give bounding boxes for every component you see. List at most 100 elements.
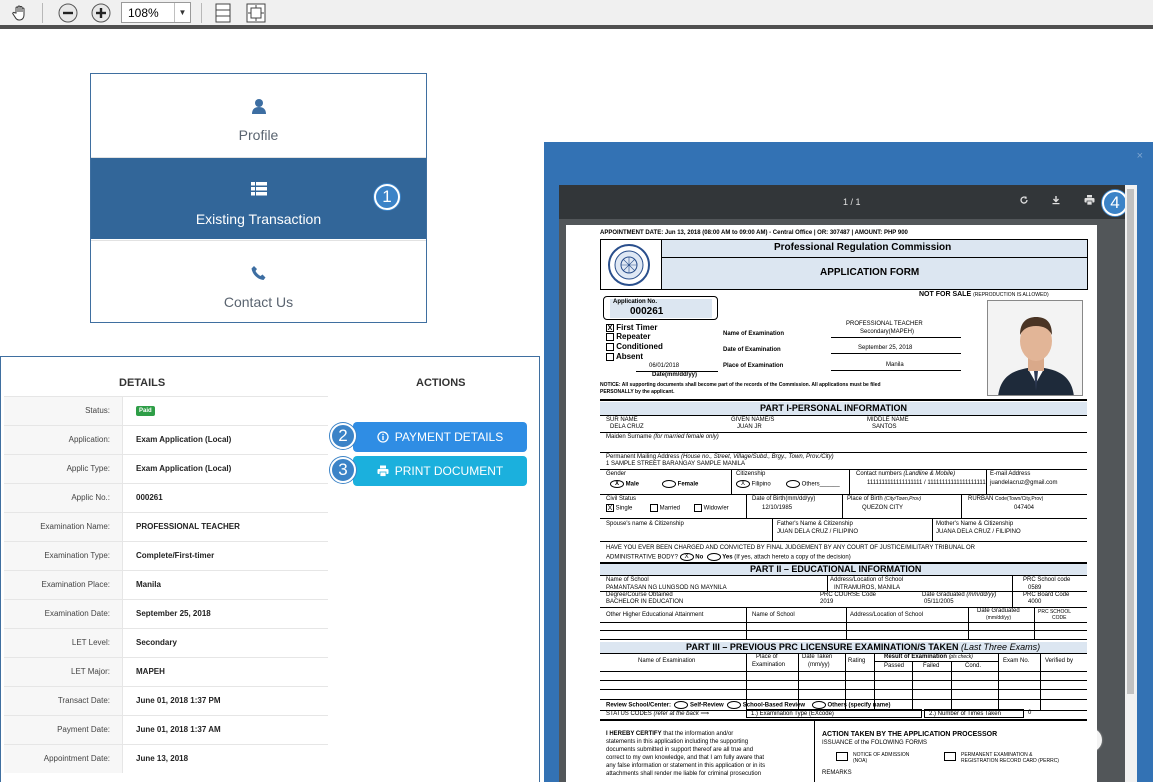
detail-row: Applic Type: Exam Application (Local) [4,454,328,483]
dob-label: Date of Birth(mm/dd/yy) [752,496,816,502]
exam-place-label: Place of Examination [723,363,784,369]
mother-value: JUANA DELA CRUZ / FILIPINO [936,529,1021,535]
appointment-line: APPOINTMENT DATE: Jun 13, 2018 (08:00 AM… [600,230,908,236]
maiden-label: Maiden Surname (for married female only) [606,434,719,440]
info-icon [377,431,389,443]
col-place-2: Examination [752,662,786,668]
chevron-down-icon[interactable]: ▼ [174,3,190,22]
download-icon[interactable] [1051,195,1061,207]
transaction-details-panel: DETAILS ACTIONS Status: Paid Application… [0,356,540,782]
certify-line-6: attachments shall render me liable for c… [606,771,762,777]
school-address-label: Address/Location of School [830,577,904,583]
civil-married: Married [650,504,680,512]
citizenship-others: Others______ [786,480,840,488]
detail-row: LET Major: MAPEH [4,657,328,686]
nav-label-existing-transaction: Existing Transaction [195,211,322,227]
application-form-page: APPOINTMENT DATE: Jun 13, 2018 (08:00 AM… [566,225,1097,782]
print-document-button[interactable]: PRINT DOCUMENT [353,456,527,486]
email-value: juandelacruz@gmail.com [990,480,1058,486]
middle-value: SANTOS [872,424,897,430]
detail-row: Appointment Date: June 13, 2018 [4,744,328,773]
given-label: GIVEN NAME/S [731,417,775,423]
detail-value: September 25, 2018 [136,609,211,618]
detail-label: Examination Date: [4,600,123,628]
detail-label: LET Major: [4,658,123,686]
detail-row: Examination Name: PROFESSIONAL TEACHER [4,512,328,541]
other-grad-label: Date Graduated [977,608,1020,614]
details-table: Status: Paid Application: Exam Applicatio… [4,396,328,773]
date-graduated-label: Date Graduated (mm/dd/yy) [922,592,997,598]
school-label: Name of School [606,577,649,583]
applicant-photo [987,300,1083,396]
times-taken: 2.) Number of Times Taken [924,709,1024,718]
nav-item-profile[interactable]: Profile [91,74,426,156]
detail-row: Examination Date: September 25, 2018 [4,599,328,628]
detail-row: Transact Date: June 01, 2018 1:37 PM [4,686,328,715]
hand-tool-icon[interactable] [8,2,32,24]
zoom-in-icon[interactable] [89,2,113,24]
surname-value: DELA CRUZ [610,424,644,430]
prc-course-value: 2019 [820,599,834,605]
exam-name-label: Name of Examination [723,331,785,337]
application-no-label: Application No. [613,299,657,305]
rotate-icon[interactable] [1019,195,1029,207]
fit-page-icon[interactable] [244,2,268,24]
not-for-sale: NOT FOR SALE (REPRODUCTION IS ALLOWED) [919,291,1049,298]
phone-icon [91,265,426,281]
remarks-label: REMARKS [822,770,852,776]
zoom-select[interactable]: 108% ▼ [121,2,191,23]
certify-line-4: correct to my own knowledge, and that I … [606,755,765,761]
certify-line-3: documents submitted in support thereof a… [606,747,754,753]
payment-details-label: PAYMENT DETAILS [394,430,504,444]
other-prc-label-2: CODE [1052,615,1067,621]
times-taken-value: 0 [1028,710,1032,716]
check-first-timer: X First Timer [606,323,658,332]
pob-value: QUEZON CITY [862,505,904,511]
zoom-out-icon[interactable] [56,2,80,24]
close-icon[interactable]: × [1137,150,1143,162]
detail-row: Application: Exam Application (Local) [4,425,328,454]
commission-name: Professional Regulation Commission [774,242,952,253]
payment-details-button[interactable]: PAYMENT DETAILS [353,422,527,452]
rurban-value: 047404 [1014,505,1035,511]
perrc-checkbox [944,752,956,761]
degree-label: Degree/Course Obtained [606,592,673,598]
other-address-label: Address/Location of School [850,612,924,618]
col-rating: Rating [848,658,866,664]
certify-line-5: any false information or statement in th… [606,763,766,769]
gender-label: Gender [606,471,627,477]
detail-value: PROFESSIONAL TEACHER [136,522,240,531]
scroll-thumb[interactable] [1127,189,1134,694]
prc-course-label: PRC COURSE Code [820,592,877,598]
prc-seal-icon [603,243,655,287]
civil-single: X Single [606,504,633,512]
print-icon[interactable] [1084,195,1095,207]
detail-row: Examination Place: Manila [4,570,328,599]
nav-label-profile: Profile [238,127,279,143]
nav-item-contact-us[interactable]: Contact Us [91,240,426,322]
col-passed: Passed [884,663,905,669]
charged-line-2: ADMINISTRATIVE BODY? X No Yes (If yes, a… [606,553,851,561]
details-header: DETAILS [119,377,166,389]
contact-value: 1111111111111111111 / 111111111111111111… [867,480,986,486]
detail-value: Complete/First-timer [136,551,215,560]
detail-label: Examination Type: [4,542,123,570]
pdf-scrollbar[interactable] [1125,185,1137,782]
detail-value: 000261 [136,493,163,502]
detail-row: Examination Type: Complete/First-timer [4,541,328,570]
exam-name-value-2: Secondary(MAPEH) [860,329,915,335]
fit-width-icon[interactable] [211,2,235,24]
detail-value: June 13, 2018 [136,754,189,763]
citizenship-filipino: X Filipino [736,480,771,488]
notice-line-2: PERSONALLY by the applicant. [600,389,675,395]
exam-date-label: Date of Examination [723,347,781,353]
father-value: JUAN DELA CRUZ / FILIPINO [777,529,859,535]
detail-value: June 01, 2018 1:37 AM [136,725,221,734]
detail-value: Exam Application (Local) [136,435,232,444]
check-absent: Absent [606,352,643,361]
detail-label: Applic No.: [4,484,123,512]
printer-icon [377,465,389,477]
other-school-label: Name of School [752,612,795,618]
exam-name-value-1: PROFESSIONAL TEACHER [846,321,923,327]
col-exam-name: Name of Examination [638,658,696,664]
